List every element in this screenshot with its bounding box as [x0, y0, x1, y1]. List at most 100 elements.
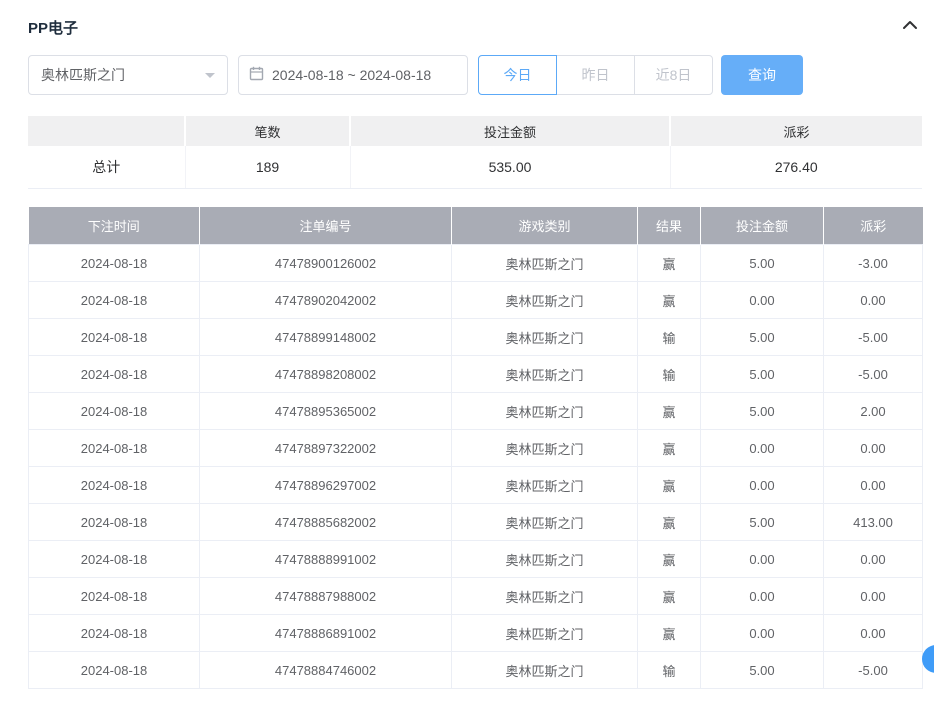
cell-payout: 0.00	[824, 430, 923, 467]
cell-bet-time: 2024-08-18	[29, 578, 200, 615]
cell-order-no: 47478896297002	[200, 467, 452, 504]
cell-game-type: 奥林匹斯之门	[452, 652, 638, 689]
cell-bet-time: 2024-08-18	[29, 652, 200, 689]
collapse-button[interactable]	[898, 15, 922, 39]
col-bet-time: 下注时间	[29, 207, 200, 245]
table-row: 2024-08-18 47478897322002 奥林匹斯之门 赢 0.00 …	[29, 430, 923, 467]
query-button[interactable]: 查询	[721, 55, 803, 95]
cell-result: 输	[638, 652, 701, 689]
cell-bet-amount: 0.00	[701, 430, 824, 467]
bet-table-body: 2024-08-18 47478900126002 奥林匹斯之门 赢 5.00 …	[29, 245, 923, 689]
cell-game-type: 奥林匹斯之门	[452, 319, 638, 356]
cell-result: 赢	[638, 393, 701, 430]
cell-payout: 0.00	[824, 578, 923, 615]
summary-header-row: 笔数 投注金额 派彩	[28, 116, 922, 146]
cell-bet-amount: 0.00	[701, 541, 824, 578]
quick-filter-group: 今日 昨日 近8日	[478, 55, 713, 95]
table-row: 2024-08-18 47478896297002 奥林匹斯之门 赢 0.00 …	[29, 467, 923, 504]
cell-result: 输	[638, 319, 701, 356]
summary-header-count: 笔数	[185, 116, 350, 146]
quick-filter-last8days[interactable]: 近8日	[634, 55, 713, 95]
cell-result: 赢	[638, 504, 701, 541]
summary-total-row: 总计 189 535.00 276.40	[28, 146, 922, 188]
chevron-up-icon	[902, 18, 918, 36]
table-row: 2024-08-18 47478899148002 奥林匹斯之门 输 5.00 …	[29, 319, 923, 356]
summary-total-payout: 276.40	[670, 146, 922, 188]
cell-bet-amount: 0.00	[701, 615, 824, 652]
table-row: 2024-08-18 47478886891002 奥林匹斯之门 赢 0.00 …	[29, 615, 923, 652]
col-payout: 派彩	[824, 207, 923, 245]
cell-result: 赢	[638, 541, 701, 578]
table-row: 2024-08-18 47478884746002 奥林匹斯之门 输 5.00 …	[29, 652, 923, 689]
panel: PP电子 奥林匹斯之门 2024-08-18 ~ 2024-08-18 今日 昨…	[0, 0, 934, 689]
cell-order-no: 47478897322002	[200, 430, 452, 467]
table-row: 2024-08-18 47478898208002 奥林匹斯之门 输 5.00 …	[29, 356, 923, 393]
page-title: PP电子	[28, 17, 78, 38]
cell-payout: 0.00	[824, 541, 923, 578]
cell-result: 赢	[638, 578, 701, 615]
cell-result: 赢	[638, 467, 701, 504]
cell-game-type: 奥林匹斯之门	[452, 541, 638, 578]
col-order-no: 注单编号	[200, 207, 452, 245]
cell-bet-amount: 0.00	[701, 578, 824, 615]
table-row: 2024-08-18 47478895365002 奥林匹斯之门 赢 5.00 …	[29, 393, 923, 430]
cell-bet-time: 2024-08-18	[29, 504, 200, 541]
col-result: 结果	[638, 207, 701, 245]
cell-order-no: 47478884746002	[200, 652, 452, 689]
cell-bet-amount: 5.00	[701, 356, 824, 393]
chevron-down-icon	[205, 73, 215, 78]
cell-payout: -5.00	[824, 652, 923, 689]
cell-bet-time: 2024-08-18	[29, 430, 200, 467]
game-select-value: 奥林匹斯之门	[41, 65, 125, 85]
bet-table: 下注时间 注单编号 游戏类别 结果 投注金额 派彩 2024-08-18 474…	[28, 207, 923, 690]
cell-result: 赢	[638, 615, 701, 652]
cell-result: 赢	[638, 245, 701, 282]
summary-table: 笔数 投注金额 派彩 总计 189 535.00 276.40	[28, 116, 922, 189]
summary-total-bet-amount: 535.00	[350, 146, 670, 188]
cell-payout: 2.00	[824, 393, 923, 430]
cell-game-type: 奥林匹斯之门	[452, 578, 638, 615]
cell-result: 赢	[638, 430, 701, 467]
summary-total-label: 总计	[28, 146, 185, 188]
cell-bet-time: 2024-08-18	[29, 541, 200, 578]
bet-table-header-row: 下注时间 注单编号 游戏类别 结果 投注金额 派彩	[29, 207, 923, 245]
cell-payout: -5.00	[824, 319, 923, 356]
quick-filter-today[interactable]: 今日	[478, 55, 557, 95]
cell-payout: 0.00	[824, 282, 923, 319]
cell-payout: 413.00	[824, 504, 923, 541]
table-row: 2024-08-18 47478887988002 奥林匹斯之门 赢 0.00 …	[29, 578, 923, 615]
table-row: 2024-08-18 47478902042002 奥林匹斯之门 赢 0.00 …	[29, 282, 923, 319]
cell-game-type: 奥林匹斯之门	[452, 504, 638, 541]
cell-payout: -3.00	[824, 245, 923, 282]
cell-game-type: 奥林匹斯之门	[452, 615, 638, 652]
summary-header-blank	[28, 116, 185, 146]
cell-game-type: 奥林匹斯之门	[452, 245, 638, 282]
filter-bar: 奥林匹斯之门 2024-08-18 ~ 2024-08-18 今日 昨日 近8日…	[28, 55, 922, 95]
cell-order-no: 47478899148002	[200, 319, 452, 356]
summary-header-payout: 派彩	[670, 116, 922, 146]
cell-payout: -5.00	[824, 356, 923, 393]
cell-result: 赢	[638, 282, 701, 319]
cell-bet-time: 2024-08-18	[29, 282, 200, 319]
cell-bet-time: 2024-08-18	[29, 356, 200, 393]
game-select[interactable]: 奥林匹斯之门	[28, 55, 228, 95]
cell-game-type: 奥林匹斯之门	[452, 430, 638, 467]
cell-game-type: 奥林匹斯之门	[452, 467, 638, 504]
date-range-picker[interactable]: 2024-08-18 ~ 2024-08-18	[238, 55, 468, 95]
cell-order-no: 47478898208002	[200, 356, 452, 393]
calendar-icon	[249, 66, 264, 84]
cell-bet-amount: 5.00	[701, 393, 824, 430]
cell-bet-amount: 5.00	[701, 504, 824, 541]
cell-payout: 0.00	[824, 615, 923, 652]
cell-bet-amount: 0.00	[701, 282, 824, 319]
cell-bet-amount: 5.00	[701, 245, 824, 282]
cell-order-no: 47478887988002	[200, 578, 452, 615]
summary-total-count: 189	[185, 146, 350, 188]
cell-order-no: 47478888991002	[200, 541, 452, 578]
col-game-type: 游戏类别	[452, 207, 638, 245]
panel-header: PP电子	[28, 14, 922, 40]
cell-order-no: 47478886891002	[200, 615, 452, 652]
cell-order-no: 47478895365002	[200, 393, 452, 430]
cell-bet-time: 2024-08-18	[29, 319, 200, 356]
quick-filter-yesterday[interactable]: 昨日	[556, 55, 635, 95]
